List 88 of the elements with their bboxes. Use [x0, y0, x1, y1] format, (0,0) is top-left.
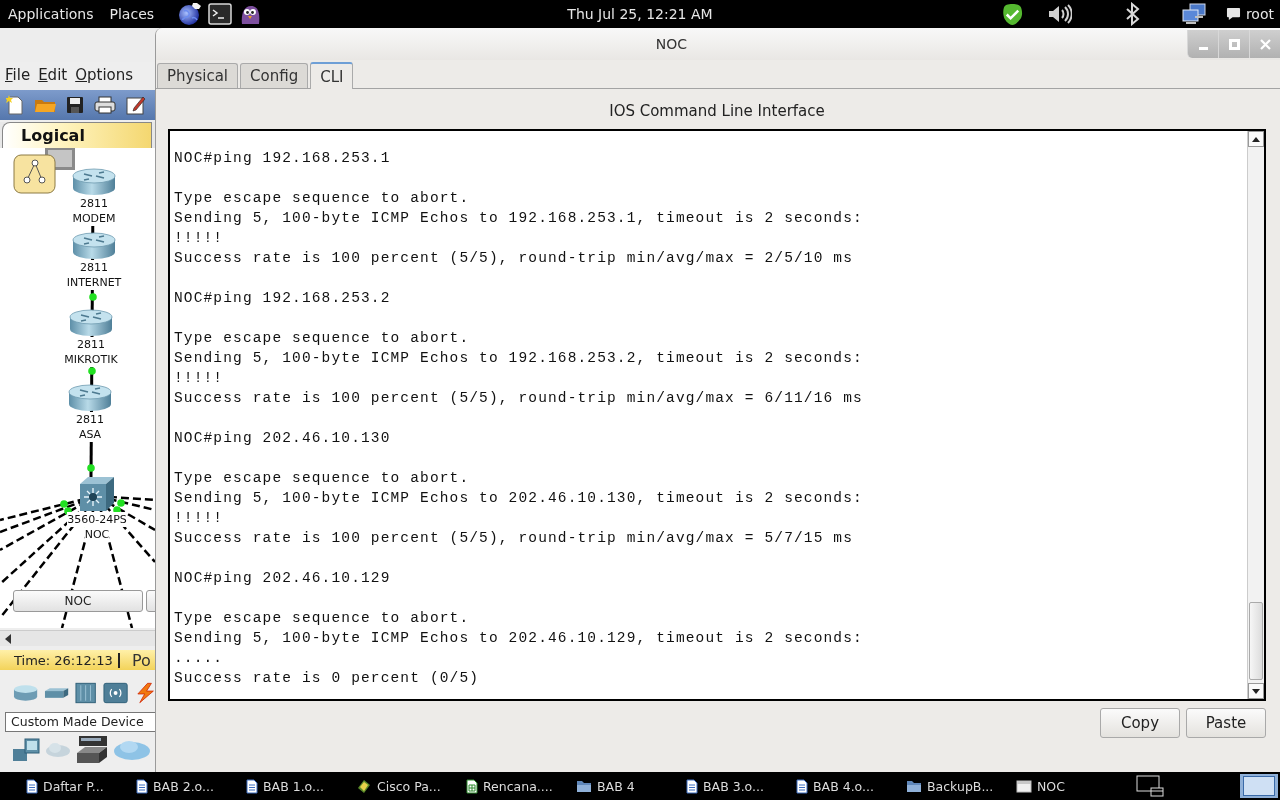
taskbar-button[interactable]: Rencana.... — [458, 773, 568, 799]
panel-heading: IOS Command Line Interface — [608, 101, 826, 122]
output-line: Sending 5, 100-byte ICMP Echos to 202.46.10.129, timeout is 2 seconds: — [174, 629, 863, 648]
document-icon — [796, 778, 808, 794]
close-icon — [1259, 38, 1271, 50]
window-title: NOC — [654, 35, 689, 54]
taskbar-button[interactable]: BackupB... — [898, 773, 1008, 799]
command-line: NOC#ping 202.46.10.129 — [174, 569, 391, 588]
check-badge-icon[interactable] — [1000, 2, 1024, 26]
scrollbar-thumb[interactable] — [1249, 602, 1263, 680]
output-line: Success rate is 100 percent (5/5), round-trip min/avg/max = 2/5/10 ms — [174, 249, 854, 268]
horizontal-scrollbar[interactable] — [0, 630, 155, 646]
document-icon — [26, 778, 38, 794]
chat-bubble-icon[interactable] — [1225, 7, 1241, 21]
up-arrow-icon — [1252, 136, 1260, 142]
speaker-icon[interactable] — [1047, 4, 1072, 24]
output-line: Success rate is 100 percent (5/5), round-trip min/avg/max = 6/11/16 ms — [174, 389, 863, 408]
router-icon[interactable] — [13, 684, 39, 702]
down-arrow-icon — [1252, 688, 1260, 694]
panel-menu[interactable]: Applications — [0, 2, 102, 26]
minimize-icon — [1198, 46, 1208, 50]
menu-item[interactable]: File — [2, 66, 34, 84]
workspace-tab[interactable]: Logical — [2, 122, 152, 148]
menu-item[interactable]: Edit — [35, 66, 71, 84]
taskbar-button[interactable]: BAB 3.o... — [678, 773, 788, 799]
taskbar-button[interactable]: BAB 2.o... — [128, 773, 238, 799]
output-line: !!!!! — [174, 509, 224, 528]
taskbar-button[interactable]: BAB 4.o... — [788, 773, 898, 799]
panel-menu[interactable]: Places — [101, 2, 163, 26]
output-line: !!!!! — [174, 229, 224, 248]
tab[interactable]: Config — [240, 63, 309, 88]
bluetooth-icon[interactable] — [1125, 2, 1140, 26]
maximize-icon — [1228, 38, 1240, 50]
tab[interactable]: CLI — [310, 62, 354, 89]
taskbar-button[interactable]: Cisco Pa... — [348, 773, 458, 799]
output-line: Type escape sequence to abort. — [174, 609, 470, 628]
command-line: NOC#ping 192.168.253.1 — [174, 149, 391, 168]
output-line: Type escape sequence to abort. — [174, 189, 470, 208]
hub-icon[interactable] — [75, 682, 97, 704]
globe-icon[interactable] — [178, 2, 203, 26]
document-icon — [136, 778, 148, 794]
folder-icon — [576, 779, 592, 793]
spreadsheet-icon — [466, 778, 478, 794]
terminal-icon[interactable] — [208, 3, 233, 25]
new-file-icon[interactable] — [6, 95, 24, 115]
taskbar-button[interactable]: NOC — [1008, 773, 1118, 799]
scroll-down-button[interactable] — [1248, 683, 1264, 699]
network-computers-icon[interactable] — [1181, 3, 1206, 25]
output-line: Sending 5, 100-byte ICMP Echos to 202.46.10.130, timeout is 2 seconds: — [174, 489, 863, 508]
folder-icon — [906, 779, 922, 793]
taskbar-button[interactable]: BAB 4 — [568, 773, 678, 799]
taskbar-button[interactable]: BAB 1.o... — [238, 773, 348, 799]
clock[interactable]: Thu Jul 25, 12:21 AM — [567, 6, 713, 22]
scroll-left-icon[interactable] — [4, 633, 12, 644]
rack-device-icon[interactable] — [76, 735, 108, 765]
output-line: Sending 5, 100-byte ICMP Echos to 192.168.253.2, timeout is 2 seconds: — [174, 349, 863, 368]
device-category-field[interactable]: Custom Made Device — [5, 712, 155, 732]
app-icon — [356, 778, 372, 794]
output-line: ..... — [174, 649, 224, 668]
output-line: Success rate is 0 percent (0/5) — [174, 669, 480, 688]
pc-icon[interactable] — [12, 737, 40, 763]
user-name[interactable]: root — [1245, 6, 1274, 22]
output-line: Type escape sequence to abort. — [174, 469, 470, 488]
action-button[interactable]: Copy — [1100, 708, 1180, 738]
command-line: NOC#ping 192.168.253.2 — [174, 289, 391, 308]
document-icon — [246, 778, 258, 794]
wireless-icon[interactable] — [102, 682, 128, 704]
taskbar-button[interactable]: Daftar P... — [18, 773, 128, 799]
floppy-icon[interactable] — [66, 96, 84, 114]
output-line: Type escape sequence to abort. — [174, 329, 470, 348]
document-icon — [686, 778, 698, 794]
switch-icon[interactable] — [44, 687, 70, 699]
output-line: !!!!! — [174, 369, 224, 388]
simulation-time: Time: 26:12:13 — [0, 652, 120, 668]
output-line: Sending 5, 100-byte ICMP Echos to 192.168.253.1, timeout is 2 seconds: — [174, 209, 863, 228]
scroll-up-button[interactable] — [1248, 131, 1264, 147]
notepad-pencil-icon[interactable] — [126, 95, 146, 115]
terminal[interactable] — [168, 129, 1266, 701]
menu-item[interactable]: Options — [72, 66, 137, 84]
vertical-scrollbar[interactable] — [1247, 131, 1264, 699]
tab[interactable]: Physical — [157, 63, 239, 88]
action-button[interactable]: Paste — [1186, 708, 1266, 738]
command-line: NOC#ping 202.46.10.130 — [174, 429, 391, 448]
mode-tab[interactable]: Po — [120, 650, 151, 670]
show-desktop-icon[interactable] — [1136, 775, 1164, 797]
window-icon — [1016, 779, 1032, 793]
printer-icon[interactable] — [94, 96, 116, 114]
output-line: Success rate is 100 percent (5/5), round-trip min/avg/max = 5/7/15 ms — [174, 529, 854, 548]
